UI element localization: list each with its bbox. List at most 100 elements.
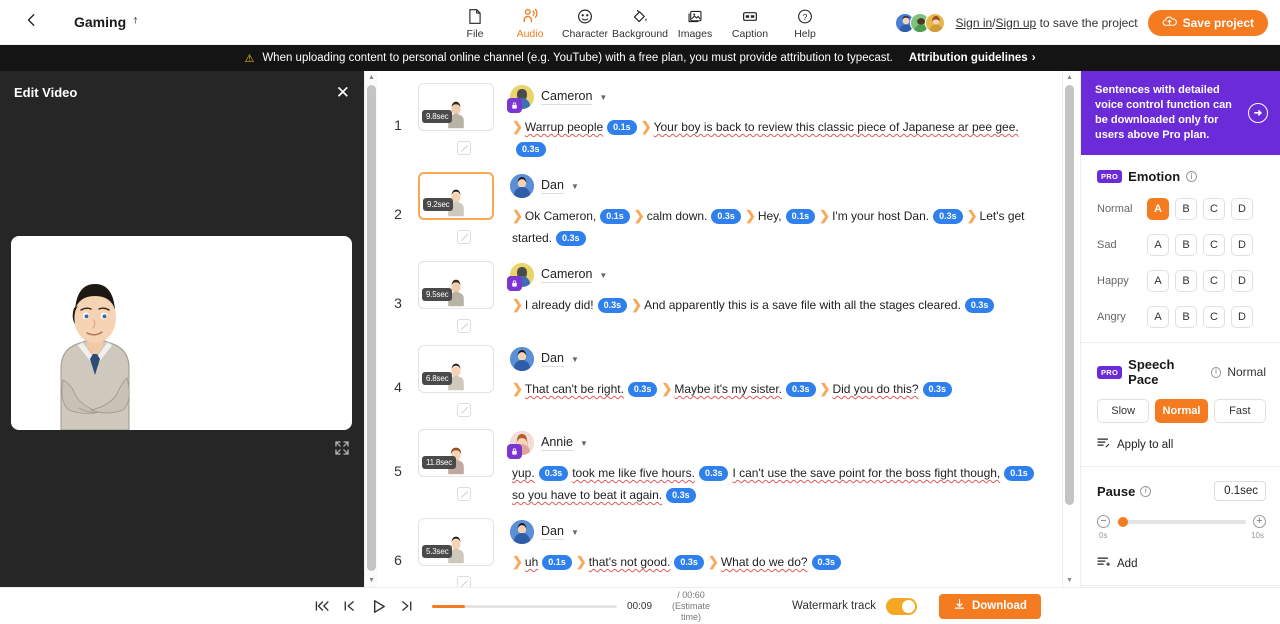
avatar[interactable] (925, 12, 946, 33)
speaker-row[interactable]: Cameron ▼ (507, 263, 1044, 291)
save-project-button[interactable]: Save project (1147, 9, 1268, 36)
pause-badge[interactable]: 0.1s (542, 555, 572, 570)
insert-line-button[interactable] (457, 403, 471, 417)
scroll-up-arrow[interactable]: ▲ (365, 71, 378, 84)
script-segment[interactable]: Maybe it's my sister. (674, 382, 782, 396)
script-segment[interactable]: so you have to beat it again. (512, 488, 662, 502)
dan-avatar[interactable] (510, 347, 534, 371)
pause-badge[interactable]: 0.3s (711, 209, 741, 224)
pause-badge[interactable]: 0.3s (627, 382, 658, 397)
tool-background[interactable]: Background (612, 4, 668, 40)
emotion-option-c[interactable]: C (1203, 234, 1225, 256)
watermark-toggle[interactable] (885, 597, 917, 615)
tool-caption[interactable]: Caption (723, 4, 778, 40)
pause-badge[interactable]: 0.3s (933, 209, 963, 224)
table-row[interactable]: 3 9.5sec Cameron ▼ ❯ I already did! 0.3s… (378, 249, 1056, 333)
pause-badge[interactable]: 0.3s (597, 298, 628, 313)
info-icon[interactable]: i (1186, 171, 1198, 182)
speaker-row[interactable]: Annie ▼ (507, 431, 1044, 459)
scrollbar-thumb[interactable] (1065, 85, 1074, 505)
scene-thumbnail[interactable]: 9.5sec (418, 261, 494, 309)
emotion-option-a[interactable]: A (1147, 270, 1169, 292)
speaker-row[interactable]: Dan ▼ (510, 520, 1044, 544)
speaker-name[interactable]: Dan (541, 178, 564, 194)
speaker-name[interactable]: Dan (541, 351, 564, 367)
chevron-down-icon[interactable]: ▼ (571, 182, 579, 191)
pause-badge[interactable]: 0.3s (674, 555, 704, 570)
plus-circle-icon[interactable]: + (1253, 515, 1266, 528)
pause-badge[interactable]: 0.1s (600, 209, 630, 224)
cameron-avatar[interactable] (507, 263, 534, 291)
script-segment[interactable]: that's not good. (589, 555, 671, 569)
emotion-option-b[interactable]: B (1175, 234, 1197, 256)
speaker-name[interactable]: Cameron (541, 267, 593, 283)
scene-thumbnail[interactable]: 6.8sec (418, 345, 494, 393)
script-segment[interactable]: I can't use the save point for the boss … (732, 466, 1000, 480)
pause-slider-track[interactable] (1117, 516, 1246, 527)
pause-badge[interactable]: 0.3s (786, 382, 816, 397)
chevron-down-icon[interactable]: ▼ (571, 355, 579, 364)
script-text[interactable]: yup. 0.3s took me like five hours. 0.3s I ca… (512, 462, 1044, 506)
video-preview-stage[interactable] (11, 236, 352, 430)
script-text[interactable]: ❯ Ok Cameron, 0.1s ❯ calm down. 0.3s ❯ Hey, 0.1s… (512, 205, 1044, 249)
script-text[interactable]: ❯ I already did! 0.3s ❯ And apparently this … (512, 294, 1044, 316)
chevron-down-icon[interactable]: ▼ (599, 271, 607, 280)
tool-file[interactable]: File (448, 4, 503, 40)
tool-audio[interactable]: Audio (503, 4, 558, 40)
previous-icon[interactable] (340, 596, 360, 616)
pace-option-normal[interactable]: Normal (1155, 399, 1208, 423)
pause-badge[interactable]: 0.3s (666, 488, 696, 503)
script-segment[interactable]: calm down. (647, 209, 708, 223)
script-text[interactable]: ❯ uh 0.1s ❯ that's not good. 0.3s ❯ What do we … (512, 551, 1044, 573)
chevron-down-icon[interactable]: ▼ (580, 439, 588, 448)
speaker-row[interactable]: Dan ▼ (510, 174, 1044, 198)
emotion-option-c[interactable]: C (1203, 306, 1225, 328)
script-segment[interactable]: I already did! (525, 298, 594, 312)
emotion-option-c[interactable]: C (1203, 270, 1225, 292)
info-icon[interactable]: i (1210, 366, 1222, 378)
insert-line-button[interactable] (457, 230, 471, 244)
pause-value-input[interactable] (1214, 481, 1266, 501)
pause-badge[interactable]: 0.3s (811, 555, 842, 570)
fullscreen-expand-icon[interactable] (334, 440, 350, 456)
minus-circle-icon[interactable]: − (1097, 515, 1110, 528)
pause-badge[interactable]: 0.1s (785, 209, 816, 224)
emotion-option-b[interactable]: B (1175, 198, 1197, 220)
pause-badge[interactable]: 0.3s (556, 231, 586, 246)
pause-badge[interactable]: 0.1s (1004, 466, 1034, 481)
speaker-name[interactable]: Cameron (541, 89, 593, 105)
play-icon[interactable] (368, 596, 388, 616)
pause-badge[interactable]: 0.3s (698, 466, 729, 481)
pause-slider-knob[interactable] (1118, 516, 1128, 527)
scene-thumbnail[interactable]: 11.8sec (418, 429, 494, 477)
scrollbar-thumb[interactable] (367, 85, 376, 571)
script-segment[interactable]: What do we do? (721, 555, 808, 569)
speaker-name[interactable]: Annie (541, 435, 573, 451)
pause-badge[interactable]: 0.3s (964, 298, 995, 313)
script-segment[interactable]: yup. (512, 466, 535, 480)
scroll-up-arrow[interactable]: ▲ (1063, 71, 1076, 84)
emotion-option-a[interactable]: A (1147, 306, 1169, 328)
annie-avatar[interactable] (507, 431, 534, 459)
script-segment[interactable]: That can't be right. (525, 382, 624, 396)
sign-up-link[interactable]: Sign up (996, 16, 1037, 30)
emotion-option-a[interactable]: A (1147, 198, 1169, 220)
back-button[interactable] (12, 0, 52, 45)
scene-thumbnail[interactable]: 5.3sec (418, 518, 494, 566)
pause-slider[interactable]: − + (1097, 515, 1266, 528)
arrow-right-circle-icon[interactable]: ➜ (1248, 103, 1268, 123)
emotion-option-b[interactable]: B (1175, 270, 1197, 292)
emotion-option-d[interactable]: D (1231, 198, 1253, 220)
table-row[interactable]: 6 5.3sec Dan ▼ ❯ uh 0.1s ❯ that's not go… (378, 506, 1056, 587)
cameron-avatar[interactable] (507, 85, 534, 113)
tool-character[interactable]: Character (558, 4, 613, 40)
script-scrollbar-left[interactable]: ▲ ▼ (364, 71, 377, 587)
tool-help[interactable]: ? Help (778, 4, 833, 40)
pause-badge[interactable]: 0.3s (538, 466, 569, 481)
script-segment[interactable]: Hey, (758, 209, 782, 223)
apply-to-all-button[interactable]: Apply to all (1097, 437, 1266, 452)
emotion-option-d[interactable]: D (1231, 306, 1253, 328)
emotion-option-c[interactable]: C (1203, 198, 1225, 220)
scroll-down-arrow[interactable]: ▼ (365, 574, 378, 587)
pause-badge[interactable]: 0.3s (516, 142, 546, 157)
